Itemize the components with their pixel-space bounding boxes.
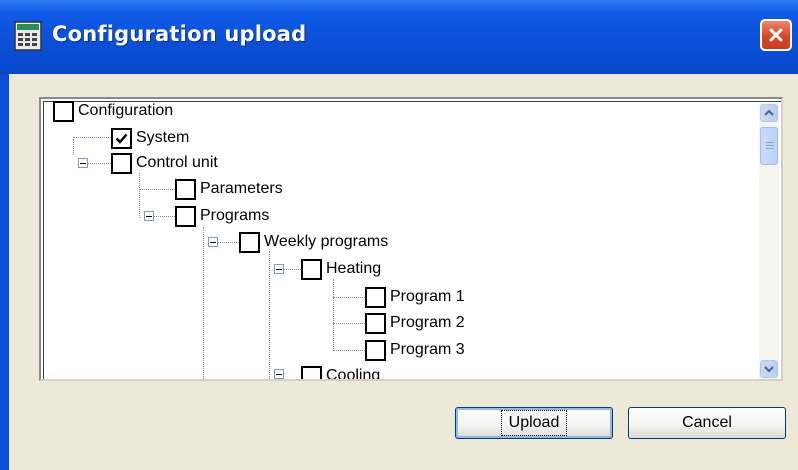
tree-item-label: System xyxy=(136,129,190,146)
tree-line xyxy=(333,279,334,351)
checkmark-icon xyxy=(115,133,128,144)
tree-item-label: Parameters xyxy=(200,180,283,197)
close-icon xyxy=(769,28,783,42)
chevron-up-icon xyxy=(764,109,774,116)
tree-item-label: Program 2 xyxy=(390,314,465,331)
tree-line xyxy=(269,251,270,379)
tree-line xyxy=(73,137,111,138)
tree-item-parameters[interactable]: Parameters xyxy=(175,176,283,202)
thumb-grip xyxy=(766,142,774,143)
checkbox[interactable] xyxy=(53,100,74,122)
tree-item-label: Control unit xyxy=(136,154,218,171)
window-title: Configuration upload xyxy=(52,22,307,46)
scroll-thumb[interactable] xyxy=(760,127,778,165)
tree-item-label: Program 1 xyxy=(390,288,465,305)
tree-item-programs[interactable]: Programs xyxy=(175,203,269,229)
checkbox[interactable] xyxy=(239,231,260,253)
tree-item-label: Heating xyxy=(326,260,382,277)
checkbox[interactable] xyxy=(111,152,132,174)
checkbox[interactable] xyxy=(301,258,322,280)
title-bar[interactable]: Configuration upload xyxy=(0,0,798,74)
tree-line xyxy=(139,189,175,190)
tree-item-cooling[interactable]: Cooling xyxy=(301,363,381,381)
collapse-programs-icon[interactable] xyxy=(144,211,154,221)
checkbox[interactable] xyxy=(365,339,386,361)
collapse-heating-icon[interactable] xyxy=(274,264,284,274)
tree-item-label: Program 3 xyxy=(390,341,465,358)
tree-line xyxy=(333,297,365,298)
tree-line xyxy=(333,323,365,324)
checkbox[interactable] xyxy=(175,205,196,227)
chevron-down-icon xyxy=(764,366,774,373)
dialog-window: Configuration upload Configuration Syste… xyxy=(0,0,798,470)
cancel-button[interactable]: Cancel xyxy=(628,407,786,439)
tree-item-label: Cooling xyxy=(326,367,381,381)
upload-button[interactable]: Upload xyxy=(455,407,613,439)
tree-item-configuration[interactable]: Configuration xyxy=(53,99,174,124)
tree-viewport: Configuration System Control unit Parame… xyxy=(43,99,781,381)
tree-item-label: Configuration xyxy=(78,102,174,119)
tree-line xyxy=(203,227,204,379)
tree-item-system[interactable]: System xyxy=(111,125,189,151)
vertical-scrollbar[interactable] xyxy=(759,103,779,379)
checkbox[interactable] xyxy=(175,178,196,200)
checkbox[interactable] xyxy=(111,127,132,149)
cancel-button-label: Cancel xyxy=(682,414,732,431)
checkbox[interactable] xyxy=(301,365,322,379)
collapse-cooling-icon[interactable] xyxy=(274,369,284,379)
configuration-tree[interactable]: Configuration System Control unit Parame… xyxy=(39,97,783,381)
tree-line xyxy=(73,139,74,155)
tree-item-program-2[interactable]: Program 2 xyxy=(365,310,465,336)
tree-item-control-unit[interactable]: Control unit xyxy=(111,150,218,176)
tree-item-program-3[interactable]: Program 3 xyxy=(365,337,465,363)
close-button[interactable] xyxy=(760,19,792,51)
checkbox[interactable] xyxy=(365,312,386,334)
app-config-icon xyxy=(14,21,42,51)
collapse-control-unit-icon[interactable] xyxy=(78,158,88,168)
tree-item-label: Weekly programs xyxy=(264,233,389,250)
tree-item-label: Programs xyxy=(200,207,270,224)
scroll-down-button[interactable] xyxy=(760,360,778,378)
collapse-weekly-programs-icon[interactable] xyxy=(208,237,218,247)
upload-button-label: Upload xyxy=(500,410,568,436)
thumb-grip xyxy=(766,145,774,146)
tree-item-program-1[interactable]: Program 1 xyxy=(365,284,465,310)
tree-line xyxy=(333,350,365,351)
thumb-grip xyxy=(766,148,774,149)
scroll-up-button[interactable] xyxy=(760,104,778,122)
dialog-client-area: Configuration System Control unit Parame… xyxy=(9,74,798,470)
tree-item-weekly-programs[interactable]: Weekly programs xyxy=(239,229,388,255)
tree-line xyxy=(139,173,140,218)
tree-item-heating[interactable]: Heating xyxy=(301,256,381,282)
checkbox[interactable] xyxy=(365,286,386,308)
